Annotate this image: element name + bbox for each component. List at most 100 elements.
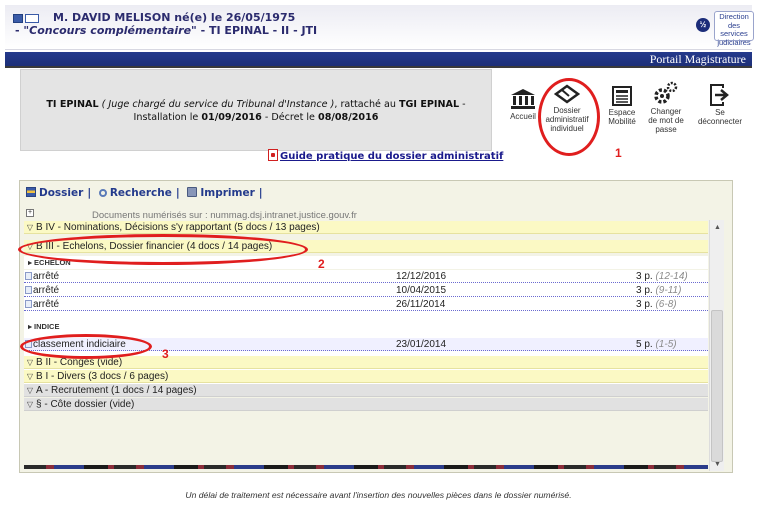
attached-court: TGI EPINAL [399, 99, 460, 110]
document-name: arrêté [33, 299, 60, 310]
section-a-label: A - Recrutement (1 docs / 14 pages) [36, 385, 197, 396]
scroll-down-arrow-icon[interactable]: ▼ [714, 461, 721, 468]
document-name: arrêté [33, 271, 60, 282]
annotation-number-2: 2 [318, 257, 325, 271]
annotation-circle-2 [18, 234, 308, 265]
document-row[interactable]: arrêté 12/12/2016 3 p. (12-14) [24, 270, 708, 283]
home-label: Accueil [510, 112, 536, 121]
processing-delay-note: Un délai de traitement est nécessaire av… [185, 490, 572, 500]
dsj-logo: Direction des services judiciaires [714, 11, 754, 46]
guide-link[interactable]: Guide pratique du dossier administratif [268, 149, 503, 162]
menu-separator: | [175, 187, 180, 199]
section-b4[interactable]: ▽ B IV - Nominations, Décisions s'y rappo… [24, 221, 708, 234]
menu-dossier[interactable]: Dossier [26, 187, 83, 199]
subsection-indice[interactable]: ▸ INDICE [24, 320, 708, 333]
installation-label: Installation le [133, 112, 199, 123]
printer-icon [187, 187, 198, 197]
menu-separator: | [87, 187, 92, 199]
section-b1-label: B I - Divers (3 docs / 6 pages) [36, 371, 169, 382]
document-name-cell: arrêté [25, 298, 59, 311]
logout-label-line1: Se [715, 108, 725, 117]
document-date: 23/01/2014 [396, 339, 447, 350]
page-count: 5 p. [636, 339, 653, 350]
change-password-button[interactable]: Changer de mot de passe [647, 81, 685, 134]
page-range: (12-14) [655, 271, 688, 282]
newspaper-icon [612, 86, 632, 106]
section-cote[interactable]: ▽ § - Côte dossier (vide) [24, 398, 708, 411]
document-row[interactable]: arrêté 10/04/2015 3 p. (9-11) [24, 284, 708, 297]
document-name-cell: arrêté [25, 284, 59, 297]
scroll-thumb[interactable] [711, 310, 723, 462]
section-b2[interactable]: ▽ B II - Congés (vide) [24, 356, 708, 369]
annotation-number-3: 3 [162, 347, 169, 361]
document-row[interactable]: arrêté 26/11/2014 3 p. (6-8) [24, 298, 708, 311]
document-icon [25, 272, 32, 280]
concours-label: "Concours complémentaire" [23, 24, 197, 37]
attached-label: , rattaché au [334, 99, 396, 110]
dossier-frame: Dossier | Recherche | Imprimer | + Document… [19, 180, 733, 473]
installation-date: 01/09/2016 [201, 112, 262, 123]
folder-icon [26, 187, 36, 197]
header-icons [13, 14, 39, 23]
user-identity: M. DAVID MELISON né(e) le 26/05/1975 [53, 11, 296, 24]
header: M. DAVID MELISON né(e) le 26/05/1975 - "… [5, 5, 754, 50]
collapse-triangle-icon: ▽ [26, 400, 34, 409]
menu-recherche-label: Recherche [109, 187, 172, 199]
dossier-menu: Dossier | Recherche | Imprimer | [26, 187, 267, 199]
logout-label-line2: déconnecter [697, 117, 743, 126]
document-date: 10/04/2015 [396, 285, 447, 296]
password-label-line1: Changer [650, 107, 682, 116]
subsection-indice-label: INDICE [34, 322, 60, 331]
section-b1[interactable]: ▽ B I - Divers (3 docs / 6 pages) [24, 370, 708, 383]
document-pages: 3 p. (12-14) [636, 270, 688, 283]
mobilite-label-line2: Mobilité [608, 117, 636, 126]
scroll-up-arrow-icon[interactable]: ▲ [714, 224, 721, 231]
section-cote-label: § - Côte dossier (vide) [36, 399, 135, 410]
court-name: TI EPINAL [46, 99, 99, 110]
user-assignment: - "Concours complémentaire" - TI EPINAL … [15, 24, 317, 37]
accessibility-badge-icon[interactable]: ½ [696, 18, 710, 32]
collapse-triangle-icon: ▽ [26, 223, 34, 232]
logout-button[interactable]: Se déconnecter [697, 84, 743, 126]
menu-recherche[interactable]: Recherche [98, 187, 172, 199]
document-name-cell: arrêté [25, 270, 59, 283]
document-icon [25, 286, 32, 294]
header-divider [5, 66, 752, 68]
vertical-scrollbar[interactable]: ▲ ▼ [709, 220, 724, 471]
menu-dossier-label: Dossier [39, 187, 84, 199]
document-icon [25, 300, 32, 308]
decree-label: - Décret le [264, 112, 315, 123]
guide-link-label: Guide pratique du dossier administratif [280, 151, 504, 162]
pdf-icon [268, 149, 278, 161]
courthouse-icon [511, 89, 535, 109]
decree-date: 08/08/2016 [318, 112, 379, 123]
logout-icon [710, 84, 729, 106]
collapse-triangle-icon: ▽ [26, 358, 34, 367]
mobilite-button[interactable]: Espace Mobilité [605, 86, 639, 126]
page-range: (6-8) [655, 299, 677, 310]
collapse-triangle-icon: ▽ [26, 372, 34, 381]
assignment-court: - TI EPINAL - II - JTI [196, 24, 318, 37]
password-label-line3: passe [655, 125, 677, 134]
menu-imprimer[interactable]: Imprimer [187, 187, 255, 199]
role-label: ( Juge chargé du service du Tribunal d'I… [101, 99, 335, 110]
id-card-icon[interactable] [13, 14, 23, 23]
page-count: 3 p. [636, 285, 653, 296]
expand-all-toggle[interactable]: + [26, 209, 34, 217]
document-pages: 5 p. (1-5) [636, 338, 677, 351]
home-button[interactable]: Accueil [508, 88, 538, 121]
decorative-strip [24, 465, 708, 469]
section-a[interactable]: ▽ A - Recrutement (1 docs / 14 pages) [24, 384, 708, 397]
annotation-circle-1 [538, 78, 600, 156]
menu-separator: | [258, 187, 263, 199]
assignment-line: TI EPINAL ( Juge chargé du service du Tr… [21, 99, 491, 110]
installation-line: Installation le 01/09/2016 - Décret le 0… [21, 112, 491, 123]
mail-icon[interactable] [25, 14, 39, 23]
page-count: 3 p. [636, 271, 653, 282]
page-range: (9-11) [655, 285, 682, 296]
document-pages: 3 p. (9-11) [636, 284, 681, 297]
password-label-line2: de mot de [648, 116, 684, 125]
mobilite-label-line1: Espace [608, 108, 636, 117]
annotation-circle-3 [20, 334, 152, 359]
annotation-number-1: 1 [615, 146, 622, 160]
